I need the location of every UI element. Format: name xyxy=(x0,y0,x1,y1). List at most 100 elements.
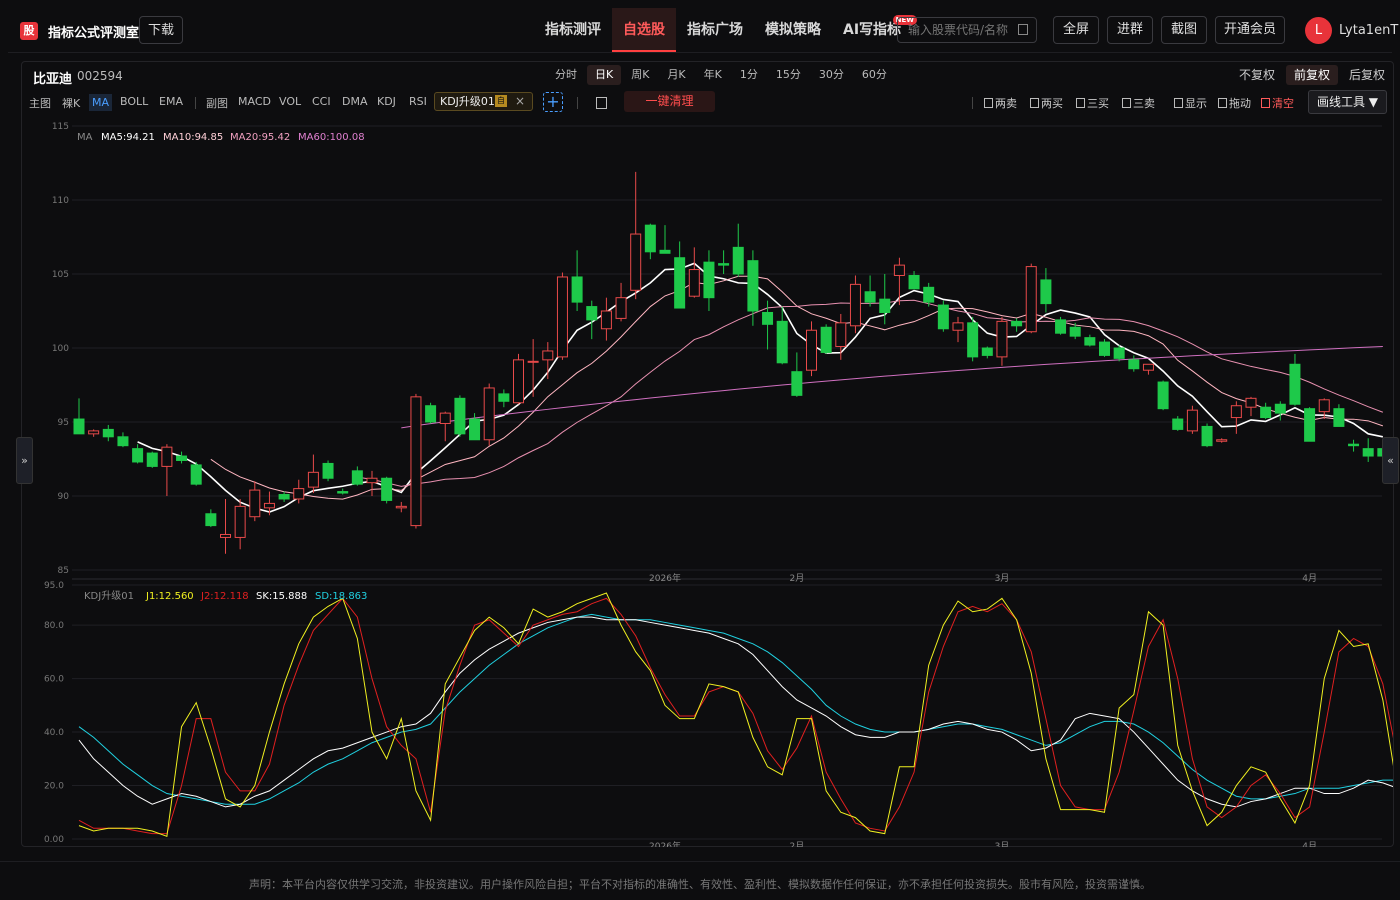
clear-signals[interactable]: 清空 xyxy=(1261,95,1294,111)
candle-body xyxy=(425,405,437,423)
tab-boll[interactable]: BOLL xyxy=(120,95,148,108)
period-yearly[interactable]: 年K xyxy=(696,65,730,85)
candle-body xyxy=(117,436,129,447)
draw-tools-button[interactable]: 画线工具 ▼ xyxy=(1308,90,1387,114)
signal-three-sell[interactable]: 三卖 xyxy=(1122,95,1155,111)
clear-all-button[interactable]: 一键清理 xyxy=(624,91,715,112)
membership-button[interactable]: 开通会员 xyxy=(1215,16,1285,44)
tab-vol[interactable]: VOL xyxy=(279,95,301,108)
kdj-y-tick-label: 40.0 xyxy=(44,728,64,738)
toggle-box-icon[interactable] xyxy=(596,97,607,109)
j2-legend: J2:12.118 xyxy=(200,591,249,602)
avatar[interactable]: L xyxy=(1305,17,1332,44)
candle-body xyxy=(937,304,949,330)
candle-body xyxy=(1260,406,1272,419)
candle-body xyxy=(1230,405,1242,419)
candle-body xyxy=(483,387,495,441)
tab-macd[interactable]: MACD xyxy=(238,95,271,108)
download-button[interactable]: 下载 xyxy=(139,16,183,44)
adjust-none[interactable]: 不复权 xyxy=(1231,65,1283,85)
stock-code: 002594 xyxy=(77,69,123,83)
period-weekly[interactable]: 周K xyxy=(623,65,657,85)
tab-main-chart[interactable]: 主图 xyxy=(29,95,51,111)
candle-body xyxy=(410,396,422,527)
stock-search-input[interactable] xyxy=(906,22,1020,38)
signal-three-buy[interactable]: 三买 xyxy=(1076,95,1109,111)
candle-body xyxy=(146,452,158,467)
period-60min[interactable]: 60分 xyxy=(854,65,895,85)
nav-item-indicator-square[interactable]: 指标广场 xyxy=(676,8,754,52)
expand-left-tab[interactable]: » xyxy=(16,437,33,484)
fullscreen-button[interactable]: 全屏 xyxy=(1053,16,1099,44)
candle-body xyxy=(1362,448,1374,457)
tab-sub-chart[interactable]: 副图 xyxy=(206,95,228,111)
tab-ma[interactable]: MA xyxy=(89,94,113,111)
kdj-y-tick-label: 95.0 xyxy=(44,581,64,591)
candle-body xyxy=(1172,418,1184,430)
checkbox-icon xyxy=(1076,98,1085,108)
nav-item-sim-strategy[interactable]: 模拟策略 xyxy=(754,8,832,52)
join-group-button[interactable]: 进群 xyxy=(1107,16,1153,44)
candle-body xyxy=(1099,341,1110,356)
sd-legend: SD:18.863 xyxy=(315,591,367,602)
x-tick-label: 2026年 xyxy=(649,572,681,584)
period-intraday[interactable]: 分时 xyxy=(547,65,585,85)
candle-body xyxy=(132,448,144,463)
candle-body xyxy=(1245,397,1257,408)
candle-body xyxy=(923,286,935,303)
nav-item-indicator-test[interactable]: 指标测评 xyxy=(534,8,612,52)
add-indicator-button[interactable]: + xyxy=(543,92,563,112)
toggle-drag[interactable]: 拖动 xyxy=(1218,95,1251,111)
checkbox-icon xyxy=(1218,98,1227,108)
tab-bare-k[interactable]: 裸K xyxy=(62,95,80,111)
candle-body xyxy=(996,320,1008,358)
kdj-tag-label: KDJ升级01 xyxy=(440,95,495,108)
kdj-upgrade-tag[interactable]: KDJ升级01 自 × xyxy=(434,92,533,111)
candle-body xyxy=(806,329,817,371)
signal-label: 两买 xyxy=(1041,97,1063,110)
candle-body xyxy=(571,276,583,303)
kdj-x-tick-label: 2月 xyxy=(789,841,804,847)
toggle-display[interactable]: 显示 xyxy=(1174,95,1207,111)
tab-dma[interactable]: DMA xyxy=(342,95,368,108)
period-selector: 分时 日K 周K 月K 年K 1分 15分 30分 60分 xyxy=(547,65,897,85)
signal-two-buy[interactable]: 两买 xyxy=(1030,95,1063,111)
ma10-legend: MA10:94.85 xyxy=(163,132,223,143)
candle-body xyxy=(967,322,979,358)
candle-body xyxy=(293,488,305,500)
kdj-x-tick-label: 4月 xyxy=(1302,841,1317,847)
kdj-sk-line xyxy=(78,616,1393,808)
candle-body xyxy=(454,397,466,435)
kdj-y-tick-label: 80.0 xyxy=(44,621,64,631)
period-daily[interactable]: 日K xyxy=(587,65,622,85)
period-1min[interactable]: 1分 xyxy=(732,65,766,85)
adjust-forward[interactable]: 前复权 xyxy=(1286,65,1338,85)
tab-kdj[interactable]: KDJ xyxy=(377,95,396,108)
candle-body xyxy=(849,283,861,327)
username[interactable]: Lyta1enT xyxy=(1339,23,1398,38)
candle-body xyxy=(234,505,246,538)
adjust-backward[interactable]: 后复权 xyxy=(1341,65,1393,85)
y-tick-label: 90 xyxy=(58,492,70,502)
candle-body xyxy=(791,371,803,396)
expand-right-tab[interactable]: « xyxy=(1382,437,1399,484)
period-30min[interactable]: 30分 xyxy=(811,65,852,85)
candle-body xyxy=(776,320,788,364)
tab-rsi[interactable]: RSI xyxy=(409,95,427,108)
tab-ema[interactable]: EMA xyxy=(159,95,183,108)
signal-two-sell[interactable]: 两卖 xyxy=(984,95,1017,111)
search-clear-icon[interactable] xyxy=(1018,24,1028,35)
y-tick-label: 110 xyxy=(52,196,69,206)
nav-item-watchlist[interactable]: 自选股 xyxy=(612,8,676,52)
period-15min[interactable]: 15分 xyxy=(768,65,809,85)
close-icon[interactable]: × xyxy=(515,93,525,110)
candle-body xyxy=(1040,279,1052,305)
screenshot-button[interactable]: 截图 xyxy=(1161,16,1207,44)
chart-panel: 比亚迪 002594 分时 日K 周K 月K 年K 1分 15分 30分 60分… xyxy=(21,61,1394,847)
y-tick-label: 100 xyxy=(52,344,69,354)
tab-cci[interactable]: CCI xyxy=(312,95,331,108)
candle-body xyxy=(1069,326,1081,337)
period-monthly[interactable]: 月K xyxy=(659,65,693,85)
x-tick-label: 4月 xyxy=(1302,573,1317,584)
chart-svg[interactable]: 85 90 95 100 105 110 115 0.00 20.0 40.0 60.0 80.0 95… xyxy=(22,117,1393,847)
